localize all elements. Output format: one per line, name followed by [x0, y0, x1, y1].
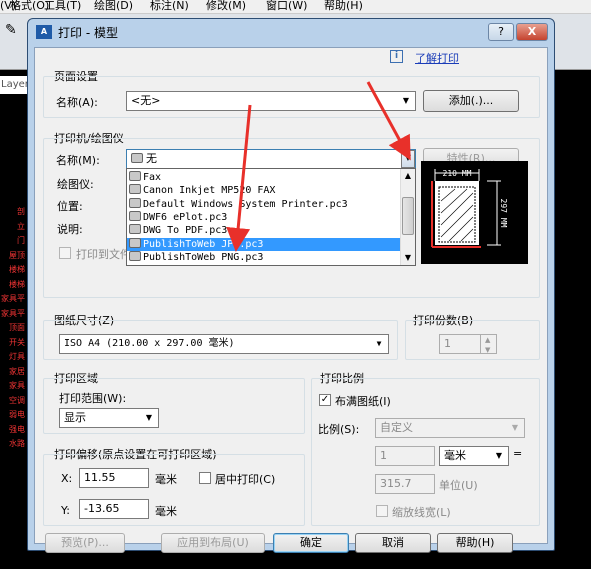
arrow-to-dropdown — [366, 81, 411, 161]
arrow-to-jpg-option — [226, 104, 252, 252]
annotation-arrows — [226, 81, 411, 252]
